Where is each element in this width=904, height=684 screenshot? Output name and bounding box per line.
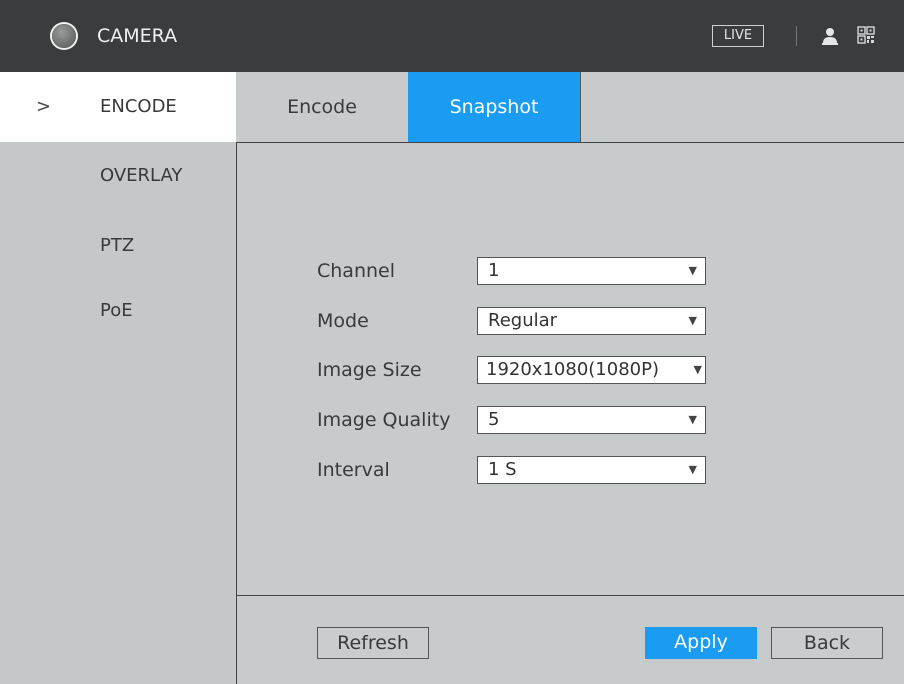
top-bar: CAMERA LIVE — [0, 0, 904, 72]
chevron-right-icon: > — [36, 96, 52, 117]
mode-label: Mode — [317, 310, 369, 332]
mode-select[interactable]: Regular ▼ — [477, 307, 706, 335]
mode-value: Regular — [488, 310, 558, 331]
snapshot-settings-panel: Channel 1 ▼ Mode Regular ▼ Image Size 19… — [236, 143, 904, 684]
sidebar-item-label: PoE — [100, 300, 133, 321]
dropdown-arrow-icon: ▼ — [688, 463, 697, 476]
refresh-button[interactable]: Refresh — [317, 627, 429, 659]
dropdown-arrow-icon: ▼ — [688, 264, 697, 277]
channel-select[interactable]: 1 ▼ — [477, 257, 706, 285]
sidebar-item-label: ENCODE — [100, 96, 177, 117]
dropdown-arrow-icon: ▼ — [688, 413, 697, 426]
interval-value: 1 S — [488, 459, 517, 480]
image-quality-label: Image Quality — [317, 409, 451, 431]
dropdown-arrow-icon: ▼ — [688, 314, 697, 327]
header-divider — [796, 26, 797, 46]
apply-button[interactable]: Apply — [645, 627, 757, 659]
footer-divider — [237, 595, 904, 596]
tab-snapshot[interactable]: Snapshot — [408, 72, 581, 142]
image-quality-value: 5 — [488, 409, 500, 430]
page-title: CAMERA — [97, 25, 178, 47]
sidebar-item-label: OVERLAY — [100, 165, 183, 186]
image-size-value: 1920x1080(1080P) — [486, 359, 659, 380]
channel-label: Channel — [317, 260, 396, 282]
sidebar-item-ptz[interactable]: PTZ — [0, 223, 236, 269]
sidebar-item-encode[interactable]: > ENCODE — [0, 72, 236, 142]
user-icon[interactable] — [822, 27, 838, 45]
sidebar-item-overlay[interactable]: OVERLAY — [0, 153, 236, 199]
sidebar-item-label: PTZ — [100, 235, 135, 256]
tab-bar: Encode Snapshot — [236, 72, 904, 143]
live-button[interactable]: LIVE — [712, 25, 764, 47]
interval-select[interactable]: 1 S ▼ — [477, 456, 706, 484]
camera-icon — [52, 24, 76, 48]
sidebar: > ENCODE OVERLAY PTZ PoE — [0, 72, 236, 684]
channel-value: 1 — [488, 260, 500, 281]
back-button[interactable]: Back — [771, 627, 883, 659]
qr-code-icon[interactable] — [857, 26, 875, 44]
dropdown-arrow-icon: ▼ — [693, 363, 702, 376]
image-quality-select[interactable]: 5 ▼ — [477, 406, 706, 434]
interval-label: Interval — [317, 459, 390, 481]
image-size-select[interactable]: 1920x1080(1080P) ▼ — [477, 356, 706, 384]
sidebar-item-poe[interactable]: PoE — [0, 288, 236, 334]
tab-encode[interactable]: Encode — [236, 72, 409, 142]
image-size-label: Image Size — [317, 359, 422, 381]
